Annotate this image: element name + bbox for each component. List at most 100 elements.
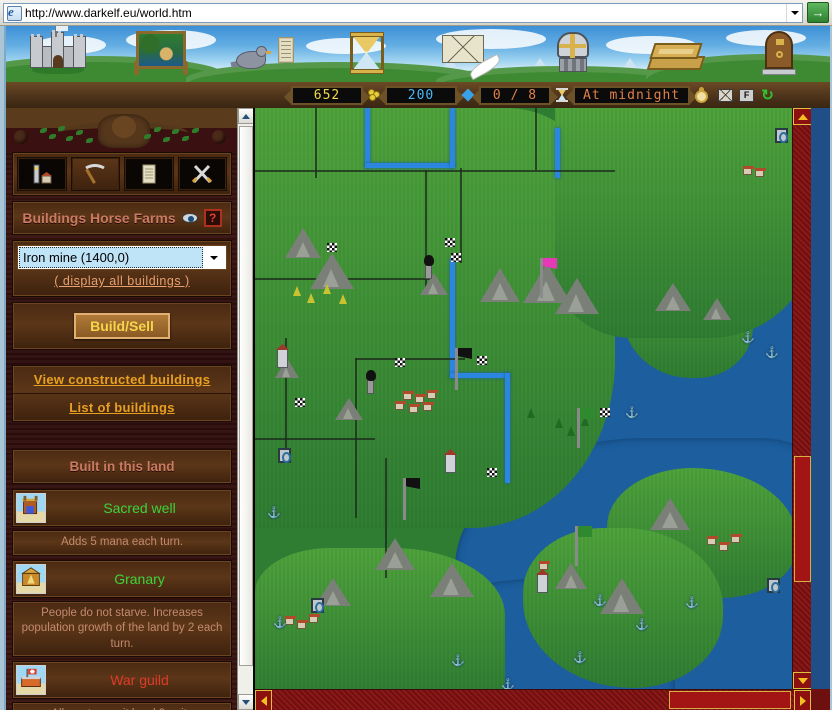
village[interactable] <box>539 561 550 570</box>
portal-structure[interactable] <box>775 128 788 143</box>
left-sidebar: Buildings Horse Farms ? Iron mine (1400,… <box>6 108 254 710</box>
unit-banner[interactable] <box>327 243 337 252</box>
unit-banner[interactable] <box>477 356 487 365</box>
list-of-buildings-link[interactable]: List of buildings <box>69 400 174 415</box>
watchtower[interactable] <box>537 573 548 593</box>
watchtower[interactable] <box>277 348 288 368</box>
territory-border <box>535 108 537 170</box>
village[interactable] <box>403 391 414 400</box>
anchor-marker[interactable]: ⚓ <box>273 618 287 629</box>
portal-structure[interactable] <box>278 448 291 463</box>
sidebar-item-mining[interactable] <box>70 157 120 191</box>
crossed-swords-icon <box>192 164 213 184</box>
map-scroll-up-button[interactable] <box>793 108 811 125</box>
go-button[interactable]: → <box>807 2 829 23</box>
village[interactable] <box>409 404 420 413</box>
sidebar-scrollbar[interactable] <box>237 108 253 710</box>
building-select[interactable]: Iron mine (1400,0) <box>17 245 227 270</box>
village[interactable] <box>755 168 766 177</box>
view-constructed-buildings-link[interactable]: View constructed buildings <box>34 372 211 387</box>
building-select-value[interactable]: Iron mine (1400,0) <box>19 247 203 268</box>
map-horizontal-scrollbar[interactable] <box>255 689 811 710</box>
portal-structure[interactable] <box>311 598 324 613</box>
unit-banner[interactable] <box>295 398 305 407</box>
nav-turns-button[interactable] <box>315 26 418 82</box>
building-description: Allows to recuit level 2 units <box>12 702 232 710</box>
display-all-buildings-link[interactable]: ( display all buildings ) <box>54 274 189 288</box>
village[interactable] <box>731 534 742 543</box>
refresh-icon[interactable]: ↻ <box>760 88 775 103</box>
address-input[interactable]: http://www.darkelf.eu/world.htm <box>25 6 786 20</box>
anchor-marker[interactable]: ⚓ <box>573 653 587 664</box>
anchor-marker[interactable]: ⚓ <box>765 348 779 359</box>
help-button[interactable]: ? <box>203 209 222 227</box>
built-in-land-header: Built in this land <box>12 449 232 484</box>
sidebar-scroll-thumb[interactable] <box>239 126 253 666</box>
eye-icon[interactable] <box>181 213 198 223</box>
list-item[interactable]: Granary <box>12 559 232 598</box>
world-map-canvas[interactable]: ⚓ ⚓ ⚓ ⚓ ⚓ ⚓ ⚓ ⚓ ⚓ ⚓ ⚓ <box>255 108 811 689</box>
map-horizontal-scroll-thumb[interactable] <box>669 691 791 709</box>
torch-marker[interactable] <box>366 370 376 394</box>
list-item[interactable]: War guild <box>12 661 232 700</box>
village[interactable] <box>297 620 308 629</box>
nav-army-button[interactable] <box>521 26 624 82</box>
nav-mail-button[interactable] <box>418 26 521 82</box>
anchor-marker[interactable]: ⚓ <box>635 620 649 631</box>
sidebar-scroll-up-button[interactable] <box>238 108 253 124</box>
map-scroll-down-button[interactable] <box>793 672 811 689</box>
sidebar-item-buildings[interactable] <box>17 157 67 191</box>
build-sell-button[interactable]: Build/Sell <box>74 313 170 339</box>
village[interactable] <box>427 390 438 399</box>
anchor-marker[interactable]: ⚓ <box>593 596 607 607</box>
sidebar-item-army[interactable] <box>177 157 227 191</box>
green-flag[interactable] <box>578 526 592 537</box>
village[interactable] <box>423 402 434 411</box>
sidebar-tabs-panel <box>12 152 232 196</box>
nav-messages-button[interactable] <box>212 26 315 82</box>
map-scroll-left-button[interactable] <box>255 690 272 710</box>
nav-castle-button[interactable] <box>6 26 109 82</box>
anchor-marker[interactable]: ⚓ <box>451 656 465 667</box>
village[interactable] <box>395 401 406 410</box>
anchor-marker[interactable]: ⚓ <box>501 680 515 690</box>
green-flag[interactable] <box>580 408 594 419</box>
unit-banner[interactable] <box>600 408 610 417</box>
map-region: ⚓ ⚓ ⚓ ⚓ ⚓ ⚓ ⚓ ⚓ ⚓ ⚓ ⚓ <box>255 108 830 710</box>
address-dropdown-button[interactable] <box>786 3 802 22</box>
anchor-marker[interactable]: ⚓ <box>685 598 699 609</box>
unit-banner[interactable] <box>487 468 497 477</box>
address-bar[interactable]: http://www.darkelf.eu/world.htm <box>3 2 803 23</box>
village[interactable] <box>707 536 718 545</box>
granary-icon <box>16 563 46 594</box>
unit-banner[interactable] <box>445 238 455 247</box>
mail-shortcut-button[interactable] <box>718 88 734 102</box>
map-vertical-scrollbar[interactable] <box>792 108 811 689</box>
sidebar-item-scroll[interactable] <box>124 157 174 191</box>
portal-structure[interactable] <box>767 578 780 593</box>
anchor-marker[interactable]: ⚓ <box>267 508 281 519</box>
forum-shortcut-button[interactable]: F <box>739 88 755 102</box>
anchor-marker[interactable]: ⚓ <box>741 333 755 344</box>
tree <box>567 426 575 436</box>
ivy-decoration <box>144 124 204 150</box>
village[interactable] <box>719 542 730 551</box>
sidebar-scroll-down-button[interactable] <box>238 694 253 710</box>
unit-banner[interactable] <box>395 358 405 367</box>
village[interactable] <box>743 166 754 175</box>
nav-library-button[interactable] <box>624 26 727 82</box>
map-scroll-right-button[interactable] <box>794 690 811 710</box>
list-item[interactable]: Sacred well <box>12 489 232 527</box>
building-select-arrow[interactable] <box>203 247 225 268</box>
tree <box>339 294 347 304</box>
torch-marker[interactable] <box>424 255 434 279</box>
watchtower[interactable] <box>445 453 456 473</box>
nav-world-map-button[interactable] <box>109 26 212 82</box>
anchor-marker[interactable]: ⚓ <box>625 408 639 419</box>
mana-value: 200 <box>378 85 464 105</box>
mountain <box>375 538 415 570</box>
village[interactable] <box>309 614 320 623</box>
unit-banner[interactable] <box>451 253 461 262</box>
nav-exit-button[interactable] <box>727 26 830 82</box>
map-vertical-scroll-thumb[interactable] <box>794 456 811 582</box>
